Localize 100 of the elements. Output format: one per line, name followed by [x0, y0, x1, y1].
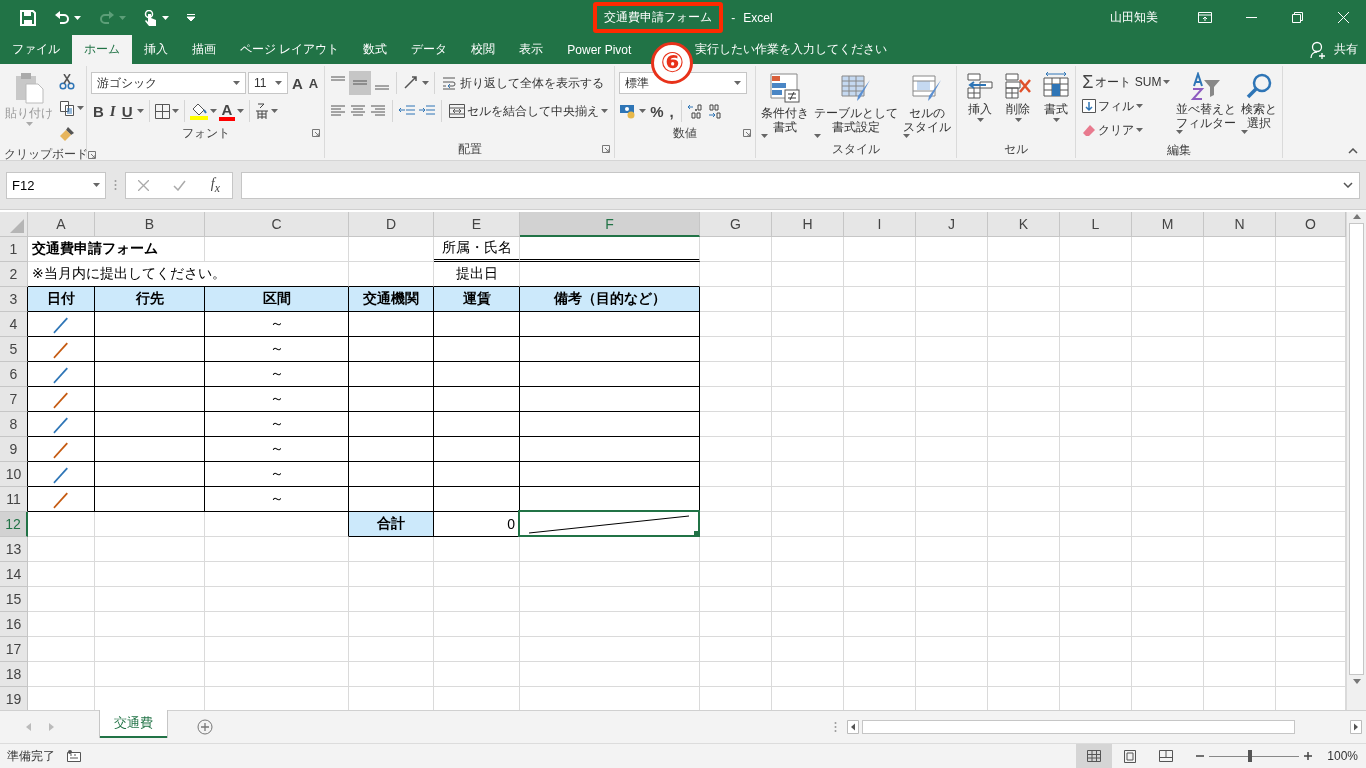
table-cell[interactable]	[95, 487, 205, 512]
caret-icon[interactable]	[271, 109, 279, 113]
caret-icon[interactable]	[237, 109, 245, 113]
conditional-format-icon[interactable]	[769, 72, 802, 104]
close-icon[interactable]	[1337, 12, 1349, 23]
table-cell[interactable]	[349, 387, 434, 412]
table-cell[interactable]: ／	[28, 312, 95, 337]
caret-icon[interactable]	[1176, 130, 1184, 134]
style-button[interactable]: セルの スタイル	[902, 70, 953, 140]
ribbon-tab[interactable]: 数式	[351, 35, 400, 64]
row-header[interactable]: 10	[0, 462, 28, 487]
column-header[interactable]: M	[1132, 212, 1204, 237]
caret-icon[interactable]	[976, 118, 984, 122]
table-cell[interactable]: ～	[205, 387, 349, 412]
table-cell[interactable]	[349, 362, 434, 387]
table-cell[interactable]	[95, 412, 205, 437]
column-header[interactable]: H	[772, 212, 844, 237]
underline-button[interactable]: U	[119, 99, 135, 123]
paste-icon[interactable]	[14, 72, 44, 104]
table-cell[interactable]	[520, 462, 700, 487]
save-icon[interactable]	[20, 9, 36, 26]
table-cell[interactable]: ／	[28, 337, 95, 362]
table-cell[interactable]: 行先	[95, 287, 205, 312]
column-header[interactable]: O	[1276, 212, 1346, 237]
table-cell[interactable]	[349, 312, 434, 337]
row-header[interactable]: 6	[0, 362, 28, 387]
table-cell[interactable]: 運賃	[434, 287, 520, 312]
table-cell[interactable]	[349, 412, 434, 437]
bold-button[interactable]: B	[91, 99, 106, 123]
share-icon[interactable]	[1310, 40, 1328, 59]
table-cell[interactable]: 所属・氏名	[434, 237, 520, 262]
table-cell[interactable]: ／	[28, 437, 95, 462]
macro-record-icon[interactable]	[67, 750, 81, 762]
table-cell[interactable]: ～	[205, 337, 349, 362]
enter-icon[interactable]	[173, 179, 187, 191]
caret-icon[interactable]	[761, 134, 769, 138]
table-cell[interactable]: 0	[434, 512, 520, 537]
grow-font-button[interactable]: A	[290, 71, 305, 95]
table-cell[interactable]	[520, 387, 700, 412]
table-cell[interactable]	[95, 312, 205, 337]
table-cell[interactable]	[434, 462, 520, 487]
row-header[interactable]: 4	[0, 312, 28, 337]
dialog-launcher-icon[interactable]	[88, 150, 96, 159]
row-header[interactable]: 17	[0, 637, 28, 662]
table-cell[interactable]	[434, 437, 520, 462]
table-cell[interactable]	[520, 437, 700, 462]
table-cell[interactable]	[520, 412, 700, 437]
scroll-up-icon[interactable]	[1352, 214, 1361, 219]
caret-icon[interactable]	[1136, 104, 1144, 108]
ribbon-tab[interactable]: Power Pivot	[555, 35, 644, 64]
column-header[interactable]: C	[205, 212, 349, 237]
zoom-slider-thumb[interactable]	[1248, 750, 1252, 762]
ribbon-tab[interactable]: 描画	[180, 35, 228, 64]
row-header[interactable]: 18	[0, 662, 28, 687]
italic-button[interactable]: I	[107, 99, 118, 123]
next-sheet-icon[interactable]	[49, 723, 54, 731]
font-name-field[interactable]: 游ゴシック	[91, 72, 246, 94]
touch-mode-icon[interactable]	[144, 9, 158, 26]
dialog-launcher-icon[interactable]	[312, 129, 321, 137]
scroll-down-icon[interactable]	[1352, 679, 1361, 684]
ribbon-tab[interactable]: 挿入	[132, 35, 180, 64]
sort-filter-button[interactable]: 並べ替えと フィルター	[1175, 70, 1238, 142]
row-header[interactable]: 8	[0, 412, 28, 437]
cells-button[interactable]: 削除	[1003, 70, 1034, 140]
dialog-launcher-icon[interactable]	[602, 145, 611, 153]
table-cell[interactable]: 備考（目的など）	[520, 287, 700, 312]
cancel-icon[interactable]	[138, 179, 150, 191]
table-cell[interactable]: 合計	[349, 512, 434, 537]
table-cell[interactable]: ／	[28, 362, 95, 387]
page-break-icon[interactable]	[1159, 750, 1174, 762]
caret-icon[interactable]	[275, 81, 282, 85]
table-cell[interactable]: ～	[205, 437, 349, 462]
row-header[interactable]: 14	[0, 562, 28, 587]
table-cell[interactable]	[95, 462, 205, 487]
caret-icon[interactable]	[162, 15, 169, 20]
select-all-icon[interactable]	[10, 219, 24, 233]
page-layout-icon[interactable]	[1124, 749, 1137, 763]
caret-icon[interactable]	[136, 109, 144, 113]
caret-icon[interactable]	[209, 109, 217, 113]
zoom-level[interactable]: 100%	[1327, 749, 1358, 763]
table-cell[interactable]: ～	[205, 362, 349, 387]
table-cell[interactable]: 交通費申請フォーム	[28, 237, 205, 262]
delete-cells-icon[interactable]	[1004, 72, 1033, 100]
column-header[interactable]: N	[1204, 212, 1276, 237]
column-header[interactable]: J	[916, 212, 988, 237]
table-cell[interactable]	[434, 312, 520, 337]
expand-icon[interactable]	[1343, 182, 1353, 188]
caret-icon[interactable]	[233, 81, 240, 85]
caret-icon[interactable]	[77, 106, 84, 110]
row-header[interactable]: 1	[0, 237, 28, 262]
style-button[interactable]: 条件付き 書式	[760, 70, 811, 140]
column-header[interactable]: K	[988, 212, 1060, 237]
ribbon-tab[interactable]: 表示	[507, 35, 556, 64]
table-cell[interactable]	[95, 387, 205, 412]
wrap-text-button[interactable]: 折り返して全体を表示する	[440, 71, 607, 95]
zoom-in-icon[interactable]	[1304, 752, 1313, 760]
table-cell[interactable]	[95, 337, 205, 362]
merge-center-button[interactable]: セルを結合して中央揃え	[447, 99, 611, 123]
row-header[interactable]: 5	[0, 337, 28, 362]
column-header[interactable]: L	[1060, 212, 1132, 237]
